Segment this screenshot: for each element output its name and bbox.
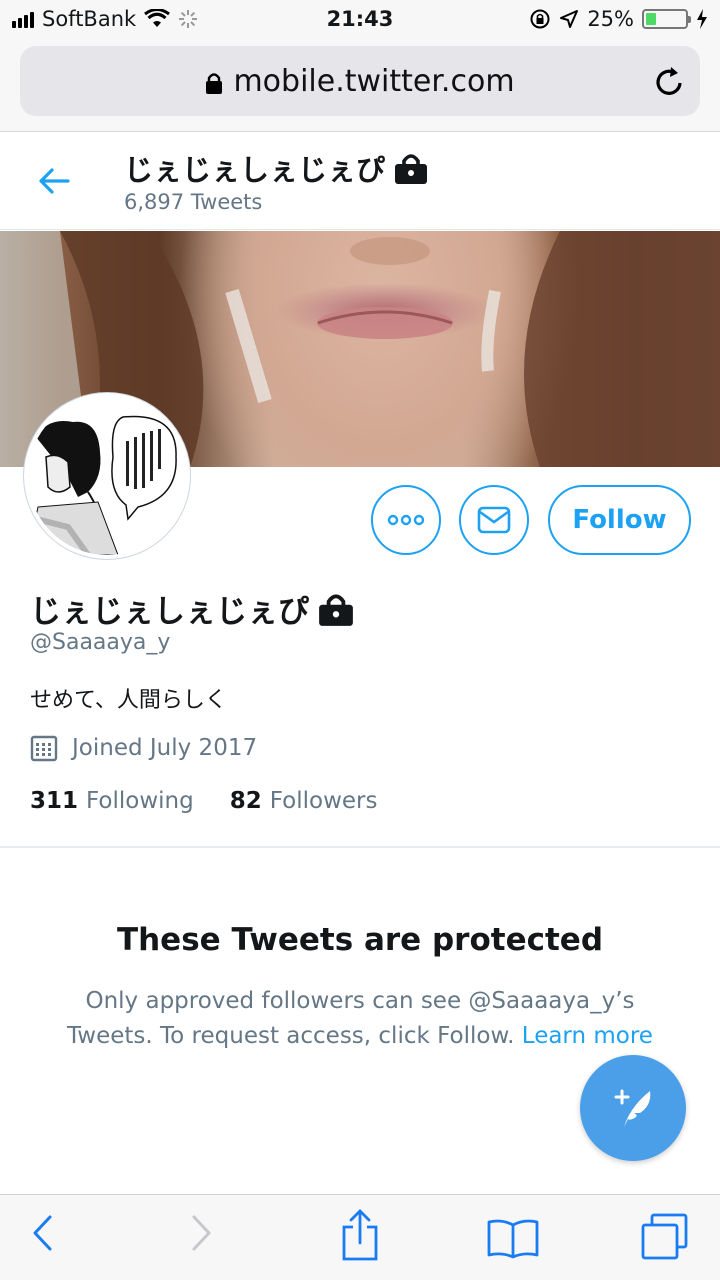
profile-header-bar: じぇじぇしぇじぇぴ 6,897 Tweets bbox=[0, 133, 720, 230]
more-options-button[interactable] bbox=[371, 485, 441, 555]
follow-counts: 311 Following 82 Followers bbox=[30, 788, 377, 814]
compose-tweet-icon bbox=[614, 1089, 651, 1127]
tabs-icon[interactable] bbox=[640, 1213, 690, 1261]
protected-lock-icon bbox=[395, 154, 428, 184]
battery-level bbox=[646, 13, 656, 25]
profile-name: じぇじぇしぇじぇぴ bbox=[30, 594, 309, 630]
envelope-icon bbox=[477, 506, 511, 534]
back-arrow-icon[interactable] bbox=[36, 161, 72, 201]
protected-message: Only approved followers can see @Saaaaya… bbox=[40, 984, 680, 1054]
header-name: じぇじぇしぇじぇぴ bbox=[124, 153, 386, 187]
charging-bolt-icon bbox=[697, 9, 707, 29]
learn-more-link[interactable]: Learn more bbox=[522, 1023, 653, 1049]
reload-icon[interactable] bbox=[654, 64, 686, 98]
following-count: 311 bbox=[30, 788, 79, 814]
following-label: Following bbox=[86, 788, 194, 814]
status-right: 25% bbox=[529, 7, 708, 31]
battery-icon bbox=[642, 9, 691, 29]
following-link[interactable]: 311 Following bbox=[30, 788, 194, 814]
battery-percent: 25% bbox=[587, 7, 634, 31]
followers-count: 82 bbox=[229, 788, 262, 814]
followers-link[interactable]: 82 Followers bbox=[230, 788, 378, 814]
browser-address-area: mobile.twitter.com bbox=[0, 40, 720, 132]
joined-date-row: Joined July 2017 bbox=[30, 734, 257, 762]
calendar-icon bbox=[30, 735, 58, 762]
address-bar[interactable]: mobile.twitter.com bbox=[20, 46, 700, 116]
bookmarks-icon[interactable] bbox=[486, 1217, 540, 1259]
share-icon[interactable] bbox=[340, 1209, 380, 1261]
chevron-right-icon[interactable] bbox=[190, 1213, 214, 1253]
browser-toolbar bbox=[0, 1194, 720, 1280]
more-icon bbox=[387, 514, 425, 526]
profile-avatar[interactable] bbox=[24, 393, 190, 559]
secure-lock-icon bbox=[206, 72, 223, 94]
protected-lock-icon bbox=[319, 593, 353, 626]
profile-bio: せめて、人間らしく bbox=[30, 688, 227, 713]
profile-name-row: じぇじぇしぇじぇぴ bbox=[30, 586, 355, 631]
joined-date: Joined July 2017 bbox=[72, 735, 258, 761]
follow-button[interactable]: Follow bbox=[548, 485, 691, 555]
rotation-lock-icon bbox=[530, 9, 550, 29]
chevron-left-icon[interactable] bbox=[30, 1213, 54, 1253]
location-icon bbox=[560, 10, 579, 28]
address-text-row: mobile.twitter.com bbox=[20, 64, 700, 99]
compose-tweet-button[interactable] bbox=[580, 1055, 686, 1161]
url-text: mobile.twitter.com bbox=[233, 64, 515, 99]
header-title: じぇじぇしぇじぇぴ bbox=[124, 147, 429, 189]
followers-label: Followers bbox=[269, 788, 378, 814]
protected-title: These Tweets are protected bbox=[116, 922, 604, 958]
section-divider bbox=[0, 846, 720, 848]
avatar-manga-image bbox=[28, 397, 186, 555]
profile-handle: @Saaaaya_y bbox=[30, 630, 171, 655]
status-bar: SoftBank 21:43 25% bbox=[0, 0, 720, 40]
message-button[interactable] bbox=[459, 485, 529, 555]
header-tweet-count: 6,897 Tweets bbox=[124, 190, 263, 214]
